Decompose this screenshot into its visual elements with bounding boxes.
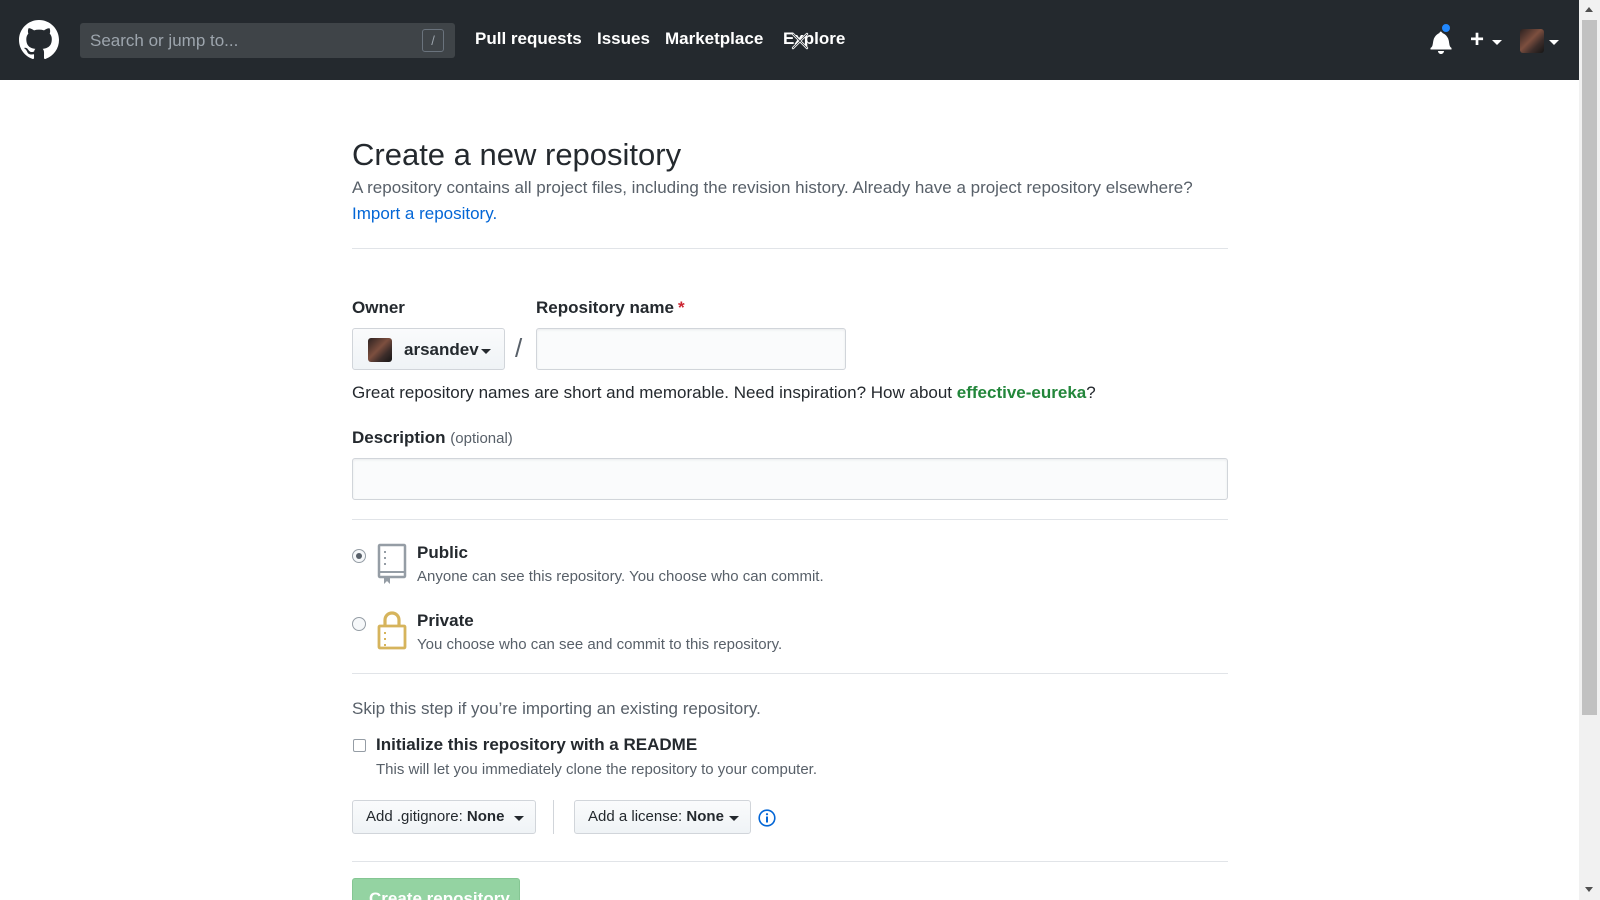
repo-name-hint: Great repository names are short and mem… [352, 383, 1096, 403]
notifications-bell-icon[interactable] [1430, 30, 1452, 54]
page-scrollbar[interactable] [1579, 0, 1600, 900]
license-dropdown[interactable]: Add a license: None [574, 800, 751, 834]
scroll-up-arrow-icon[interactable] [1585, 7, 1593, 12]
private-description: You choose who can see and commit to thi… [417, 636, 783, 653]
license-caret-icon [729, 816, 739, 821]
public-radio[interactable] [352, 549, 366, 563]
page-title: Create a new repository [352, 137, 682, 172]
gitignore-prefix: Add .gitignore: [366, 808, 463, 825]
owner-label: Owner [352, 298, 405, 317]
create-new-plus-icon[interactable]: + [1470, 28, 1484, 52]
select-divider [553, 800, 554, 834]
suggested-name-link[interactable]: effective-eureka [957, 383, 1086, 402]
public-description: Anyone can see this repository. You choo… [417, 568, 824, 585]
user-avatar[interactable] [1520, 29, 1544, 53]
create-repository-button[interactable]: Create repository [352, 878, 520, 900]
required-marker: * [677, 298, 685, 317]
lock-icon [377, 611, 407, 650]
owner-avatar [368, 338, 392, 362]
private-radio[interactable] [352, 617, 366, 631]
description-label: Description (optional) [352, 428, 513, 448]
divider [352, 248, 1228, 249]
hint-end: ? [1086, 383, 1096, 402]
page-subtitle: A repository contains all project files,… [352, 178, 1193, 197]
scroll-thumb[interactable] [1582, 20, 1597, 715]
owner-caret-icon [481, 349, 491, 354]
readme-checkbox[interactable] [353, 739, 366, 752]
search-box[interactable]: / [80, 23, 455, 58]
gitignore-value: None [466, 808, 505, 825]
optional-tag: (optional) [450, 430, 513, 447]
nav-pull-requests[interactable]: Pull requests [475, 29, 582, 49]
repo-book-icon [377, 543, 407, 584]
hint-text: Great repository names are short and mem… [352, 383, 957, 402]
divider [352, 519, 1228, 520]
gitignore-dropdown[interactable]: Add .gitignore: None [352, 800, 536, 834]
github-logo-icon[interactable] [19, 20, 59, 60]
public-title: Public [417, 543, 469, 562]
license-value: None [686, 808, 724, 825]
scroll-down-arrow-icon[interactable] [1585, 887, 1593, 892]
top-header: / Pull requests Issues Marketplace Explo… [0, 0, 1579, 80]
repository-name-input[interactable] [536, 328, 846, 370]
owner-repo-separator: / [515, 333, 523, 363]
search-input[interactable] [80, 23, 455, 58]
notification-indicator [1440, 22, 1452, 34]
license-prefix: Add a license: [588, 808, 683, 825]
nav-marketplace[interactable]: Marketplace [665, 29, 763, 49]
description-input[interactable] [352, 458, 1228, 500]
private-title: Private [417, 611, 474, 630]
description-label-text: Description [352, 428, 446, 447]
readme-checkbox-label[interactable]: Initialize this repository with a README [376, 735, 697, 755]
divider [352, 861, 1228, 862]
owner-name: arsandev [404, 340, 479, 359]
repo-name-label: Repository name * [536, 298, 685, 318]
skip-step-note: Skip this step if you’re importing an ex… [352, 699, 761, 718]
plus-dropdown-caret-icon[interactable] [1492, 40, 1502, 45]
info-icon[interactable] [758, 809, 776, 827]
readme-description: This will let you immediately clone the … [376, 761, 818, 778]
import-repository-link[interactable]: Import a repository. [352, 204, 497, 224]
owner-dropdown[interactable]: arsandev [352, 328, 505, 370]
nav-issues[interactable]: Issues [597, 29, 650, 49]
mouse-cursor-icon [791, 32, 809, 50]
divider [352, 673, 1228, 674]
repo-name-label-text: Repository name [536, 298, 674, 317]
gitignore-caret-icon [514, 816, 524, 821]
user-menu-caret-icon[interactable] [1549, 40, 1559, 45]
search-shortcut-key: / [422, 29, 444, 52]
